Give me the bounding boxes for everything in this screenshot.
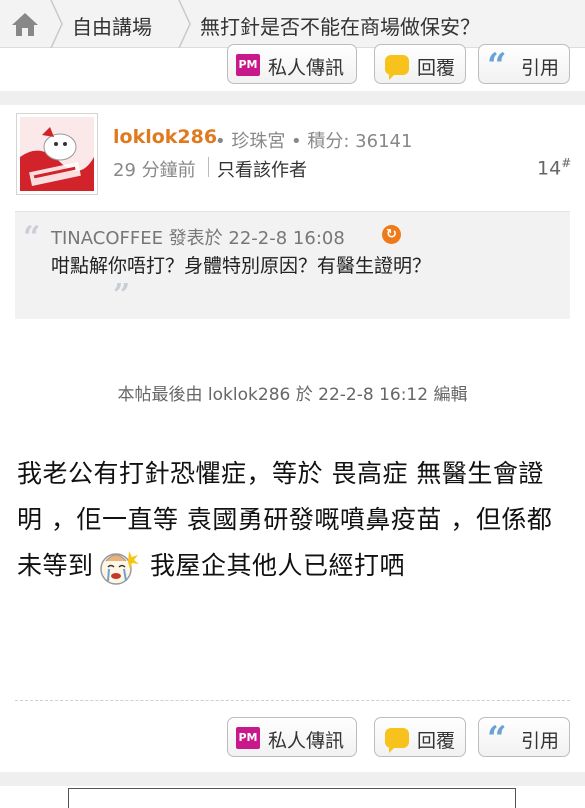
edit-notice: 本帖最後由 loklok286 於 22-2-8 16:12 編輯 <box>117 385 468 405</box>
home-icon[interactable] <box>10 10 40 38</box>
reply-button[interactable]: 回覆 <box>374 717 466 757</box>
breadcrumb-forum-link[interactable]: 自由講場 <box>72 11 152 40</box>
goto-quoted-post-icon[interactable]: ↻ <box>382 225 401 244</box>
breadcrumb-thread-title[interactable]: 無打針是否不能在商場做保安？ <box>200 11 480 40</box>
username-link[interactable]: loklok286 <box>113 126 217 148</box>
meta-divider <box>208 157 209 177</box>
breadcrumb-separator-icon <box>50 0 63 48</box>
close-quote-icon: ” <box>113 278 131 313</box>
post-time: 29 分鐘前 <box>113 160 196 181</box>
breadcrumb: 自由講場 無打針是否不能在商場做保安？ <box>0 0 585 48</box>
crying-smiley-icon <box>99 551 139 585</box>
post-content-text-end: 我屋企其他人已經打哂 <box>141 551 405 580</box>
ad-frame <box>68 788 516 808</box>
floor-number[interactable]: 14# <box>537 156 571 179</box>
quote-header: TINACOFFEE 發表於 22-2-8 16:08 <box>51 228 345 249</box>
previous-post-actions: PM 私人傳訊 回覆 “ 引用 <box>0 44 585 84</box>
user-rank-points: • 珍珠宮 • 積分: 36141 <box>215 131 413 152</box>
quote-button-label: 引用 <box>521 730 560 752</box>
quote-icon: “ <box>487 719 507 759</box>
only-author-link[interactable]: 只看該作者 <box>217 156 307 182</box>
reply-button-label: 回覆 <box>417 730 456 752</box>
reply-button[interactable]: 回覆 <box>374 44 466 84</box>
floor-number-value: 14 <box>537 157 562 180</box>
reply-button-label: 回覆 <box>417 57 456 79</box>
open-quote-icon: “ <box>23 220 41 255</box>
pm-button[interactable]: PM 私人傳訊 <box>227 717 357 757</box>
pm-button-label: 私人傳訊 <box>268 730 345 752</box>
reply-icon <box>385 728 409 753</box>
quote-icon: “ <box>487 46 507 86</box>
post-content: 我老公有打針恐懼症，等於 畏高症 無醫生會證明 ，佢一直等 袁國勇研發嘅噴鼻疫苗… <box>17 451 569 589</box>
quoted-post: “ TINACOFFEE 發表於 22-2-8 16:08 ↻ 咁點解你唔打？身… <box>15 211 570 319</box>
reply-icon <box>385 55 409 80</box>
quote-button-label: 引用 <box>521 57 560 79</box>
avatar[interactable] <box>16 113 98 195</box>
pm-icon: PM <box>236 727 260 749</box>
pm-button-label: 私人傳訊 <box>268 57 345 79</box>
quote-button[interactable]: “ 引用 <box>478 44 570 84</box>
content-divider <box>15 700 570 701</box>
quote-button[interactable]: “ 引用 <box>478 717 570 757</box>
breadcrumb-separator-icon <box>178 0 191 48</box>
quote-body: 咁點解你唔打？身體特別原因？有醫生證明？ <box>51 255 432 277</box>
pm-button[interactable]: PM 私人傳訊 <box>227 44 357 84</box>
post-divider <box>0 91 585 105</box>
post-actions: PM 私人傳訊 回覆 “ 引用 <box>0 717 585 757</box>
pm-icon: PM <box>236 54 260 76</box>
floor-hash: # <box>561 156 572 170</box>
post-divider <box>0 772 585 786</box>
